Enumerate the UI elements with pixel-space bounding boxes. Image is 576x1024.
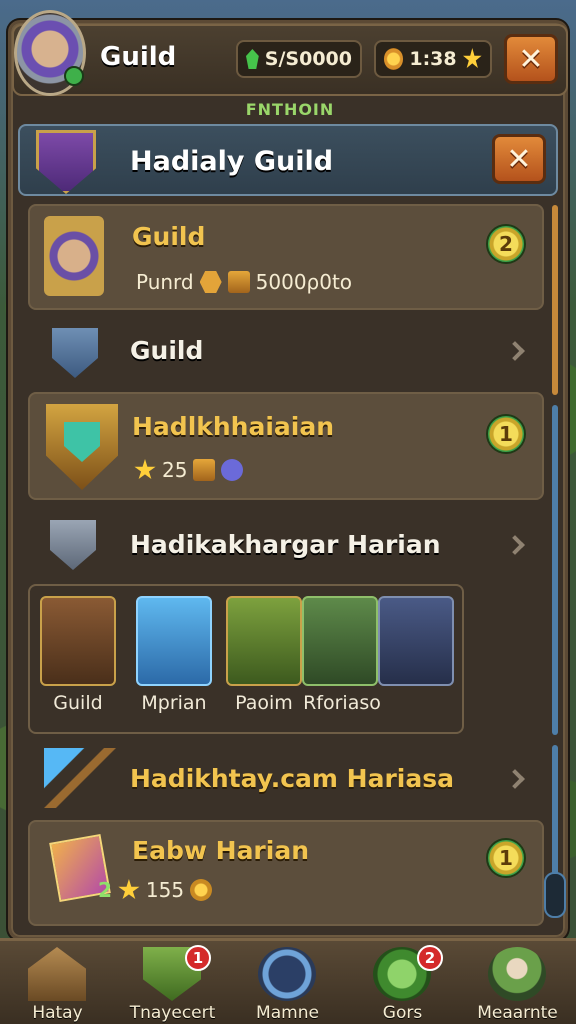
item-weapons[interactable] xyxy=(226,596,302,686)
guild-emblem-icon xyxy=(36,130,96,194)
row-value: 5000ρ0to xyxy=(255,270,353,294)
row-title: Hadikakhargar Harian xyxy=(130,530,441,559)
chest-icon xyxy=(227,271,250,293)
coin-icon xyxy=(190,879,213,901)
row-stats: 25 xyxy=(134,458,244,482)
item-armor[interactable] xyxy=(40,596,116,686)
bottom-navigation: Hatay 1 Tnayecert Mamne 2 Gors Meaarnte xyxy=(0,938,576,1024)
nav-chat[interactable]: 2 Gors xyxy=(345,941,460,1024)
nav-label: Hatay xyxy=(32,1003,83,1023)
row-subtitle: Punrd xyxy=(136,270,194,294)
scroll-indicator[interactable] xyxy=(552,405,558,735)
row-stats: Punrd 5000ρ0to xyxy=(136,270,352,294)
guild-row-hunt[interactable]: Hadikakhargar Harian xyxy=(28,512,544,578)
coins-counter[interactable]: 1:38 xyxy=(374,40,492,78)
hexagon-icon xyxy=(199,271,222,293)
scroll-indicator[interactable] xyxy=(552,205,558,395)
guild-row-info[interactable]: Guild xyxy=(28,318,544,384)
gems-value: S/S0000 xyxy=(264,48,352,70)
nav-label: Mamne xyxy=(256,1003,319,1023)
profile-icon xyxy=(488,947,546,1001)
guild-banner: Hadialy Guild ✕ xyxy=(18,124,558,196)
notification-badge: 1 xyxy=(185,945,211,971)
rank-badge: 1 xyxy=(486,838,526,878)
chevron-right-icon xyxy=(505,341,525,361)
guild-row-emblem[interactable]: Hadlkhhaiaian 25 1 xyxy=(28,392,544,500)
gem-icon xyxy=(246,49,259,69)
coins-value: 1:38 xyxy=(409,48,457,70)
nav-quests[interactable]: 1 Tnayecert xyxy=(115,941,230,1024)
top-title: Guild xyxy=(100,42,177,72)
shield-icon xyxy=(50,520,96,570)
top-bar: Guild S/S0000 1:38 ✕ xyxy=(0,0,576,100)
item-label: Guild xyxy=(53,692,103,714)
rank-badge: 1 xyxy=(486,414,526,454)
row-subtitle: 155 xyxy=(145,878,185,902)
chevron-right-icon xyxy=(505,769,525,789)
item-label: Rforiaso xyxy=(303,692,381,714)
item-blade[interactable] xyxy=(378,596,454,686)
nav-label: Tnayecert xyxy=(129,1003,216,1023)
moon-icon xyxy=(258,947,316,1001)
avatar-status-badge xyxy=(64,66,84,86)
row-title: Eabw Harian xyxy=(132,836,310,865)
gem-icon xyxy=(221,459,244,481)
star-icon xyxy=(118,879,140,900)
guild-banner-title: Hadialy Guild xyxy=(130,146,334,177)
notification-badge: 2 xyxy=(417,945,443,971)
row-subtitle: 25 xyxy=(162,458,188,482)
coin-icon xyxy=(384,48,404,70)
nav-label: Gors xyxy=(382,1003,423,1023)
home-icon xyxy=(28,947,86,1001)
row-side-value: 2 xyxy=(98,878,112,902)
row-title: Hadlkhhaiaian xyxy=(132,412,335,441)
guild-row-rewards[interactable]: Eabw Harian 2 155 1 xyxy=(28,820,544,926)
banner-close-button[interactable]: ✕ xyxy=(492,134,546,184)
banner-tag: FNTHOIN xyxy=(245,100,335,119)
nav-profile[interactable]: Meaarnte xyxy=(460,941,575,1024)
shield-icon xyxy=(52,328,98,378)
chevron-right-icon xyxy=(505,535,525,555)
row-title: Guild xyxy=(130,336,204,365)
nav-label: Meaarnte xyxy=(477,1003,558,1023)
guild-row-leader[interactable]: Guild Punrd 5000ρ0to 2 xyxy=(28,204,544,310)
chest-icon xyxy=(193,459,216,481)
guild-items-strip: Guild Mprian Paoim Rforiaso xyxy=(28,584,464,734)
star-icon xyxy=(134,459,156,480)
hammer-icon xyxy=(44,748,116,808)
nav-map[interactable]: Mamne xyxy=(230,941,345,1024)
row-stats: 2 155 xyxy=(98,878,213,902)
emblem-shield-icon xyxy=(46,404,118,490)
item-scroll[interactable] xyxy=(302,596,378,686)
guild-row-forge[interactable]: Hadikhtay.cam Hariasa xyxy=(28,744,544,816)
star-icon xyxy=(463,48,482,69)
nav-home[interactable]: Hatay xyxy=(0,941,115,1024)
gems-counter[interactable]: S/S0000 xyxy=(236,40,362,78)
rank-badge: 2 xyxy=(486,224,526,264)
item-potion[interactable] xyxy=(136,596,212,686)
scroll-handle[interactable] xyxy=(544,872,566,918)
row-title: Guild xyxy=(132,222,206,251)
warrior-portrait-icon xyxy=(44,216,104,296)
item-label: Mprian xyxy=(141,692,207,714)
row-title: Hadikhtay.cam Hariasa xyxy=(130,764,454,793)
close-button[interactable]: ✕ xyxy=(504,34,558,84)
